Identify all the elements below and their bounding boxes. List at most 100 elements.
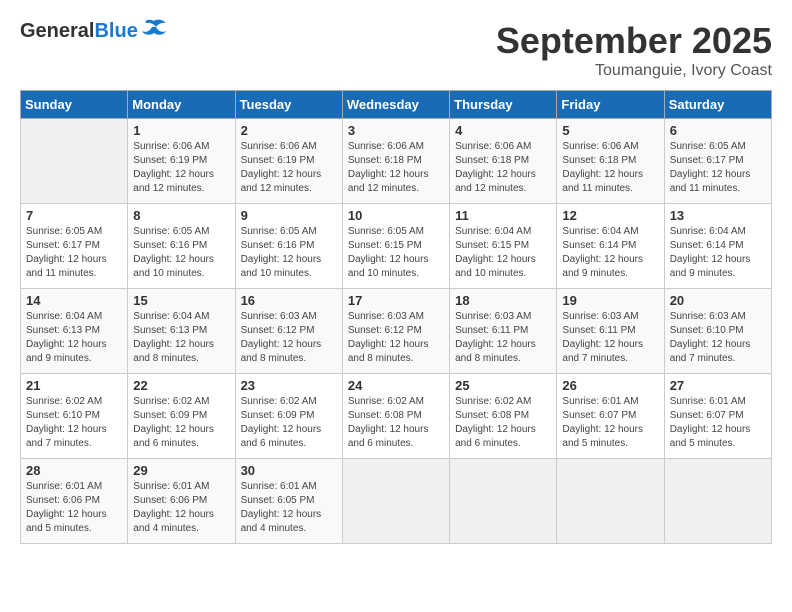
calendar-cell: 12 Sunrise: 6:04 AMSunset: 6:14 PMDayligh… [557, 204, 664, 289]
day-number: 14 [26, 293, 122, 308]
day-info: Sunrise: 6:04 AMSunset: 6:15 PMDaylight:… [455, 225, 551, 281]
day-info: Sunrise: 6:06 AMSunset: 6:18 PMDaylight:… [562, 140, 658, 196]
calendar-cell: 7 Sunrise: 6:05 AMSunset: 6:17 PMDaylight… [21, 204, 128, 289]
day-number: 28 [26, 463, 122, 478]
day-number: 2 [241, 123, 337, 138]
day-number: 22 [133, 378, 229, 393]
day-info: Sunrise: 6:04 AMSunset: 6:14 PMDaylight:… [562, 225, 658, 281]
weekday-header-friday: Friday [557, 91, 664, 119]
calendar-cell: 20 Sunrise: 6:03 AMSunset: 6:10 PMDayligh… [664, 289, 771, 374]
calendar-cell: 30Sunrise: 6:01 AMSunset: 6:05 PMDayligh… [235, 459, 342, 544]
calendar-cell: 16 Sunrise: 6:03 AMSunset: 6:12 PMDayligh… [235, 289, 342, 374]
day-number: 26 [562, 378, 658, 393]
calendar-cell: 9 Sunrise: 6:05 AMSunset: 6:16 PMDaylight… [235, 204, 342, 289]
calendar-cell: 22 Sunrise: 6:02 AMSunset: 6:09 PMDayligh… [128, 374, 235, 459]
calendar-cell: 25Sunrise: 6:02 AMSunset: 6:08 PMDayligh… [450, 374, 557, 459]
page-header: GeneralBlue September 2025 Toumanguie, I… [20, 20, 772, 80]
calendar-cell: 19 Sunrise: 6:03 AMSunset: 6:11 PMDayligh… [557, 289, 664, 374]
title-block: September 2025 Toumanguie, Ivory Coast [496, 20, 772, 80]
calendar-cell: 23Sunrise: 6:02 AMSunset: 6:09 PMDayligh… [235, 374, 342, 459]
calendar-cell: 8Sunrise: 6:05 AMSunset: 6:16 PMDaylight… [128, 204, 235, 289]
calendar-cell: 14 Sunrise: 6:04 AMSunset: 6:13 PMDayligh… [21, 289, 128, 374]
day-number: 23 [241, 378, 337, 393]
day-number: 17 [348, 293, 444, 308]
day-number: 7 [26, 208, 122, 223]
day-info: Sunrise: 6:02 AMSunset: 6:08 PMDaylight:… [455, 395, 551, 451]
day-info: Sunrise: 6:03 AMSunset: 6:11 PMDaylight:… [455, 310, 551, 366]
weekday-header-tuesday: Tuesday [235, 91, 342, 119]
day-number: 10 [348, 208, 444, 223]
calendar-cell: 2 Sunrise: 6:06 AMSunset: 6:19 PMDaylight… [235, 119, 342, 204]
calendar-week-row: 14 Sunrise: 6:04 AMSunset: 6:13 PMDayligh… [21, 289, 772, 374]
day-number: 20 [670, 293, 766, 308]
month-title: September 2025 [496, 20, 772, 62]
day-number: 4 [455, 123, 551, 138]
day-info: Sunrise: 6:06 AMSunset: 6:18 PMDaylight:… [455, 140, 551, 196]
calendar-cell: 24Sunrise: 6:02 AMSunset: 6:08 PMDayligh… [342, 374, 449, 459]
calendar-cell: 18 Sunrise: 6:03 AMSunset: 6:11 PMDayligh… [450, 289, 557, 374]
day-info: Sunrise: 6:05 AMSunset: 6:17 PMDaylight:… [670, 140, 766, 196]
day-info: Sunrise: 6:01 AMSunset: 6:06 PMDaylight:… [133, 480, 229, 536]
day-info: Sunrise: 6:02 AMSunset: 6:09 PMDaylight:… [133, 395, 229, 451]
day-info: Sunrise: 6:03 AMSunset: 6:12 PMDaylight:… [241, 310, 337, 366]
calendar-week-row: 28 Sunrise: 6:01 AMSunset: 6:06 PMDayligh… [21, 459, 772, 544]
calendar-cell: 4 Sunrise: 6:06 AMSunset: 6:18 PMDaylight… [450, 119, 557, 204]
day-info: Sunrise: 6:05 AMSunset: 6:16 PMDaylight:… [241, 225, 337, 281]
calendar-cell: 1 Sunrise: 6:06 AMSunset: 6:19 PMDaylight… [128, 119, 235, 204]
calendar-cell: 3Sunrise: 6:06 AMSunset: 6:18 PMDaylight… [342, 119, 449, 204]
day-info: Sunrise: 6:06 AMSunset: 6:19 PMDaylight:… [133, 140, 229, 196]
calendar-cell: 6 Sunrise: 6:05 AMSunset: 6:17 PMDaylight… [664, 119, 771, 204]
day-number: 3 [348, 123, 444, 138]
logo-text: GeneralBlue [20, 20, 138, 43]
day-number: 6 [670, 123, 766, 138]
calendar-cell: 11 Sunrise: 6:04 AMSunset: 6:15 PMDayligh… [450, 204, 557, 289]
calendar-cell [664, 459, 771, 544]
calendar-cell: 28Sunrise: 6:01 AMSunset: 6:06 PMDayligh… [21, 459, 128, 544]
day-number: 29 [133, 463, 229, 478]
calendar-cell [557, 459, 664, 544]
calendar-cell [342, 459, 449, 544]
day-number: 21 [26, 378, 122, 393]
day-number: 27 [670, 378, 766, 393]
day-number: 19 [562, 293, 658, 308]
weekday-header-saturday: Saturday [664, 91, 771, 119]
calendar-cell: 15 Sunrise: 6:04 AMSunset: 6:13 PMDayligh… [128, 289, 235, 374]
calendar-week-row: 21 Sunrise: 6:02 AMSunset: 6:10 PMDayligh… [21, 374, 772, 459]
day-info: Sunrise: 6:05 AMSunset: 6:16 PMDaylight:… [133, 225, 229, 281]
weekday-header-sunday: Sunday [21, 91, 128, 119]
calendar-cell [450, 459, 557, 544]
calendar-cell [21, 119, 128, 204]
day-number: 1 [133, 123, 229, 138]
day-number: 24 [348, 378, 444, 393]
day-info: Sunrise: 6:05 AMSunset: 6:15 PMDaylight:… [348, 225, 444, 281]
day-info: Sunrise: 6:03 AMSunset: 6:12 PMDaylight:… [348, 310, 444, 366]
day-info: Sunrise: 6:03 AMSunset: 6:11 PMDaylight:… [562, 310, 658, 366]
day-info: Sunrise: 6:05 AMSunset: 6:17 PMDaylight:… [26, 225, 122, 281]
logo-bird-icon [140, 19, 168, 41]
day-info: Sunrise: 6:02 AMSunset: 6:10 PMDaylight:… [26, 395, 122, 451]
calendar-cell: 26Sunrise: 6:01 AMSunset: 6:07 PMDayligh… [557, 374, 664, 459]
day-number: 18 [455, 293, 551, 308]
day-number: 12 [562, 208, 658, 223]
logo: GeneralBlue [20, 20, 168, 43]
day-info: Sunrise: 6:03 AMSunset: 6:10 PMDaylight:… [670, 310, 766, 366]
calendar-cell: 17 Sunrise: 6:03 AMSunset: 6:12 PMDayligh… [342, 289, 449, 374]
day-info: Sunrise: 6:01 AMSunset: 6:05 PMDaylight:… [241, 480, 337, 536]
weekday-header-row: SundayMondayTuesdayWednesdayThursdayFrid… [21, 91, 772, 119]
day-info: Sunrise: 6:01 AMSunset: 6:07 PMDaylight:… [670, 395, 766, 451]
day-number: 16 [241, 293, 337, 308]
day-number: 11 [455, 208, 551, 223]
location-text: Toumanguie, Ivory Coast [496, 62, 772, 80]
calendar-week-row: 7 Sunrise: 6:05 AMSunset: 6:17 PMDaylight… [21, 204, 772, 289]
calendar-cell: 27 Sunrise: 6:01 AMSunset: 6:07 PMDayligh… [664, 374, 771, 459]
weekday-header-monday: Monday [128, 91, 235, 119]
day-info: Sunrise: 6:04 AMSunset: 6:13 PMDaylight:… [133, 310, 229, 366]
day-number: 13 [670, 208, 766, 223]
day-info: Sunrise: 6:06 AMSunset: 6:19 PMDaylight:… [241, 140, 337, 196]
calendar-week-row: 1 Sunrise: 6:06 AMSunset: 6:19 PMDaylight… [21, 119, 772, 204]
day-number: 15 [133, 293, 229, 308]
day-number: 5 [562, 123, 658, 138]
day-info: Sunrise: 6:04 AMSunset: 6:13 PMDaylight:… [26, 310, 122, 366]
day-number: 9 [241, 208, 337, 223]
day-info: Sunrise: 6:04 AMSunset: 6:14 PMDaylight:… [670, 225, 766, 281]
